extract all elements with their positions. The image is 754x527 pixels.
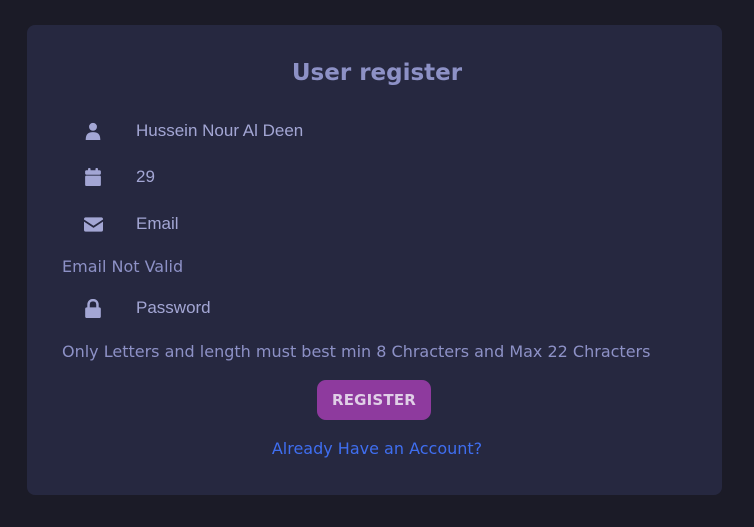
page-title: User register [291, 60, 463, 86]
password-error: Only Letters and length must best min 8 … [62, 342, 651, 361]
name-input[interactable] [136, 120, 616, 142]
login-link[interactable]: Already Have an Account? [0, 439, 754, 458]
age-input[interactable] [136, 166, 616, 188]
calendar-icon [78, 162, 108, 192]
envelope-icon [78, 209, 108, 239]
register-button[interactable]: REGISTER [317, 380, 431, 420]
password-field [78, 293, 638, 323]
email-field [78, 209, 638, 239]
password-input[interactable] [136, 297, 616, 319]
lock-icon [78, 293, 108, 323]
age-field [78, 162, 638, 192]
email-input[interactable] [136, 213, 616, 235]
user-icon [78, 116, 108, 146]
name-field [78, 116, 638, 146]
email-error: Email Not Valid [62, 257, 184, 276]
